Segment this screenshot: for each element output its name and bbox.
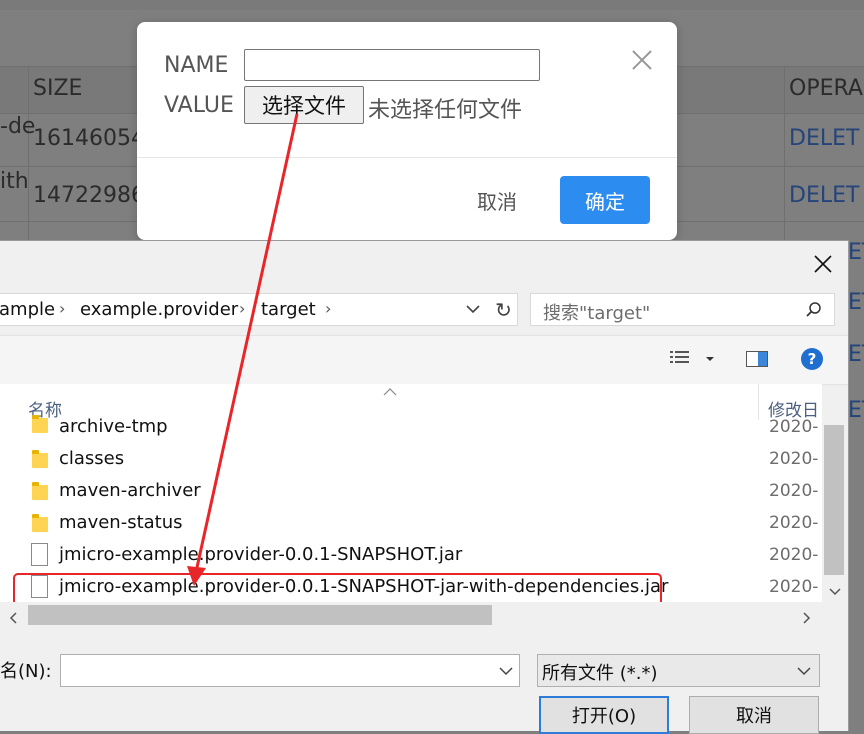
chevron-right-icon[interactable]: › [239,299,245,318]
file-name: archive-tmp [59,416,168,437]
chevron-right-icon[interactable]: › [59,299,65,318]
refresh-button[interactable]: ↻ [490,293,518,326]
column-separator[interactable] [758,384,759,420]
file-open-dialog: ample › example.provider › target › ↻ 搜索… [0,240,849,734]
delete-link[interactable]: DELET [789,183,859,208]
list-item[interactable]: jmicro-example.provider-0.0.1-SNAPSHOT.j… [0,540,758,572]
help-icon[interactable]: ? [800,347,824,375]
delete-link[interactable]: DELET [789,126,859,151]
dialog-toolbar: ? [0,335,848,385]
close-icon[interactable] [812,253,834,275]
scroll-right-icon[interactable] [802,609,812,628]
name-label: NAME [164,53,229,78]
list-item[interactable]: archive-tmp [0,413,758,439]
list-item[interactable]: maven-archiver [0,476,758,508]
horizontal-scroll-thumb[interactable] [28,605,492,625]
file-name-cell: -de [0,114,36,139]
scroll-left-icon[interactable] [8,609,18,628]
folder-icon [32,450,48,468]
refresh-icon: ↻ [495,297,512,322]
size-header: SIZE [33,76,83,101]
delete-link[interactable]: ET [848,240,864,265]
folder-icon [32,415,48,433]
search-icon[interactable] [805,301,823,323]
jar-file-icon [31,543,48,566]
dropdown-arrow-icon[interactable] [704,350,716,372]
file-type-select[interactable]: 所有文件 (*.*) [537,654,820,687]
delete-link[interactable]: ET [848,342,864,367]
address-bar[interactable]: ample › example.provider › target › [0,293,516,326]
file-date: 2020- [769,513,819,533]
size-cell: 16146054 [33,126,145,151]
file-name: maven-archiver [59,480,201,501]
file-date: 2020- [769,545,819,565]
background-topbar [0,0,864,10]
search-box[interactable]: 搜索"target" [530,293,835,326]
file-name: maven-status [59,512,183,533]
dialog-cancel-button[interactable]: 取消 [689,696,819,734]
value-label: VALUE [164,93,234,118]
preview-pane-icon[interactable] [746,350,768,372]
file-date: 2020- [769,481,819,501]
file-name: jmicro-example.provider-0.0.1-SNAPSHOT.j… [59,544,463,565]
view-options-icon[interactable] [670,350,692,372]
size-cell: 14722986 [33,183,145,208]
folder-icon [32,514,48,532]
name-input[interactable] [244,49,540,81]
confirm-button[interactable]: 确定 [560,176,650,224]
breadcrumb-item[interactable]: ample [0,299,55,320]
sort-up-icon [382,382,398,401]
file-date: 2020- [769,417,819,437]
chevron-down-icon[interactable] [498,661,514,685]
chevron-down-icon[interactable] [465,299,481,323]
filename-input[interactable] [60,654,520,687]
cancel-button[interactable]: 取消 [457,178,537,222]
list-item[interactable]: maven-status [0,508,758,540]
close-icon[interactable] [630,48,654,72]
operation-header: OPERA [789,76,863,101]
vertical-scroll-thumb[interactable] [824,425,844,575]
file-type-value: 所有文件 (*.*) [542,663,658,684]
list-item[interactable]: classes [0,444,758,476]
breadcrumb-item[interactable]: target [261,299,316,320]
svg-text:?: ? [808,350,817,368]
choose-file-button[interactable]: 选择文件 [244,86,364,124]
filename-label: 名(N): [0,661,52,682]
scroll-down-icon[interactable] [829,582,841,601]
chevron-down-icon[interactable] [796,661,812,686]
file-date: 2020- [769,449,819,469]
delete-link[interactable]: ET [848,290,864,315]
upload-modal: NAME VALUE 选择文件 未选择任何文件 取消 确定 [137,22,677,240]
file-name: classes [59,448,125,469]
delete-link[interactable]: ET [848,398,864,423]
file-name-cell: ith [0,169,29,194]
file-date: 2020- [769,577,819,597]
breadcrumb-item[interactable]: example.provider [80,299,238,320]
search-placeholder: 搜索"target" [543,303,651,324]
folder-icon [32,482,48,500]
chevron-right-icon[interactable]: › [325,299,331,318]
open-button[interactable]: 打开(O) [539,696,669,734]
file-status-text: 未选择任何文件 [368,98,523,123]
modal-divider [137,157,677,158]
